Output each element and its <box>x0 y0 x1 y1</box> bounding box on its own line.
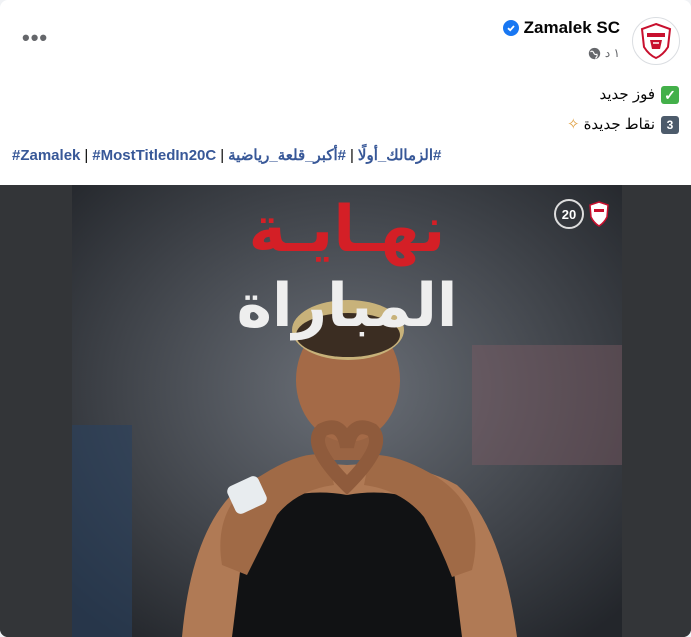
separator: | <box>349 147 354 164</box>
party-popper-icon: ✧ <box>566 116 580 133</box>
post-line-2-text: نقاط جديدة <box>583 116 655 133</box>
hashtag-arabic-1[interactable]: #أكبر_قلعة_رياضية <box>228 147 346 164</box>
keycap-three-icon: 3 <box>661 116 679 134</box>
post-image[interactable]: نهـايـة المباراة 20 <box>72 185 622 637</box>
page-name[interactable]: Zamalek SC <box>524 18 620 38</box>
anniversary-badge: 20 <box>554 199 584 229</box>
page-name-row: Zamalek SC <box>502 18 620 38</box>
post-header: ••• Zamalek SC ١ د <box>0 0 691 78</box>
separator: | <box>84 147 89 164</box>
zamalek-logo-icon <box>640 22 672 60</box>
page-avatar[interactable] <box>632 17 680 65</box>
headline-red: نهـايـة <box>248 193 446 267</box>
post-line-2: 3 نقاط جديدة ✧ <box>567 110 679 140</box>
check-mark-icon: ✓ <box>661 86 679 104</box>
post-line-1: ✓ فوز جديد <box>567 80 679 110</box>
headline-white: المباراة <box>236 271 458 341</box>
post-timestamp[interactable]: ١ د <box>605 46 620 60</box>
media-padding-right <box>622 185 691 637</box>
post-body: ✓ فوز جديد 3 نقاط جديدة ✧ <box>567 80 679 140</box>
hashtag-zamalek[interactable]: #Zamalek <box>12 147 80 164</box>
globe-icon <box>588 47 601 59</box>
hashtag-arabic-2[interactable]: #الزمالك_أولًا <box>358 147 441 164</box>
more-options-icon[interactable]: ••• <box>22 27 48 49</box>
verified-badge-icon <box>502 20 519 36</box>
separator: | <box>220 147 225 164</box>
hashtag-mosttitled[interactable]: #MostTitledIn20C <box>92 147 216 164</box>
post-card: ••• Zamalek SC ١ د ✓ فوز جديد 3 نقاط جدي… <box>0 0 691 637</box>
post-media[interactable]: نهـايـة المباراة 20 <box>0 185 691 637</box>
post-meta: ١ د <box>588 46 620 60</box>
club-badge: 20 <box>554 199 610 229</box>
post-line-1-text: فوز جديد <box>599 86 655 103</box>
media-padding-left <box>0 185 72 637</box>
zamalek-crest-icon <box>589 201 609 227</box>
hashtag-row: #Zamalek | #MostTitledIn20C | #أكبر_قلعة_ريا… <box>12 146 441 164</box>
